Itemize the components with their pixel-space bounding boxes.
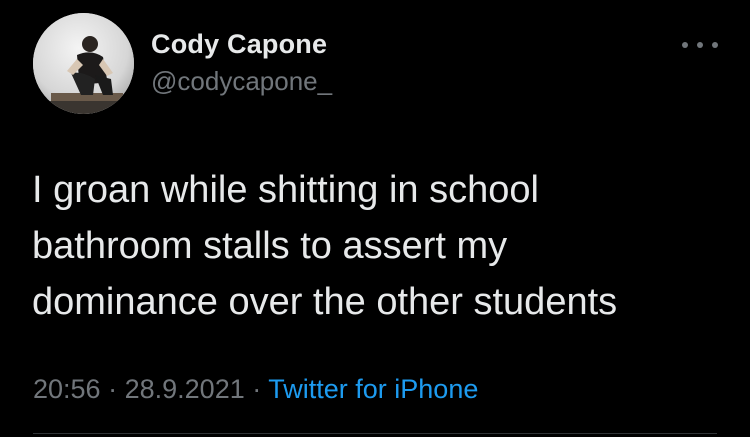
meta-separator: ·	[108, 374, 118, 404]
more-options-icon[interactable]	[682, 35, 718, 55]
tweet-text: I groan while shitting in school bathroo…	[32, 169, 618, 323]
user-handle[interactable]: @codycapone_	[151, 66, 332, 97]
tweet-meta: 20:56 · 28.9.2021 · Twitter for iPhone	[33, 374, 478, 405]
tweet-date[interactable]: 28.9.2021	[125, 374, 245, 404]
display-name[interactable]: Cody Capone	[151, 29, 327, 60]
more-dot	[712, 42, 718, 48]
more-dot	[682, 42, 688, 48]
tweet-time[interactable]: 20:56	[33, 374, 101, 404]
tweet-source-link[interactable]: Twitter for iPhone	[268, 374, 478, 404]
divider	[33, 433, 717, 434]
meta-separator: ·	[252, 374, 262, 404]
avatar-photo	[33, 13, 134, 114]
tweet-card: Cody Capone @codycapone_ I groan while s…	[0, 0, 750, 437]
more-dot	[697, 42, 703, 48]
avatar[interactable]	[33, 13, 134, 114]
